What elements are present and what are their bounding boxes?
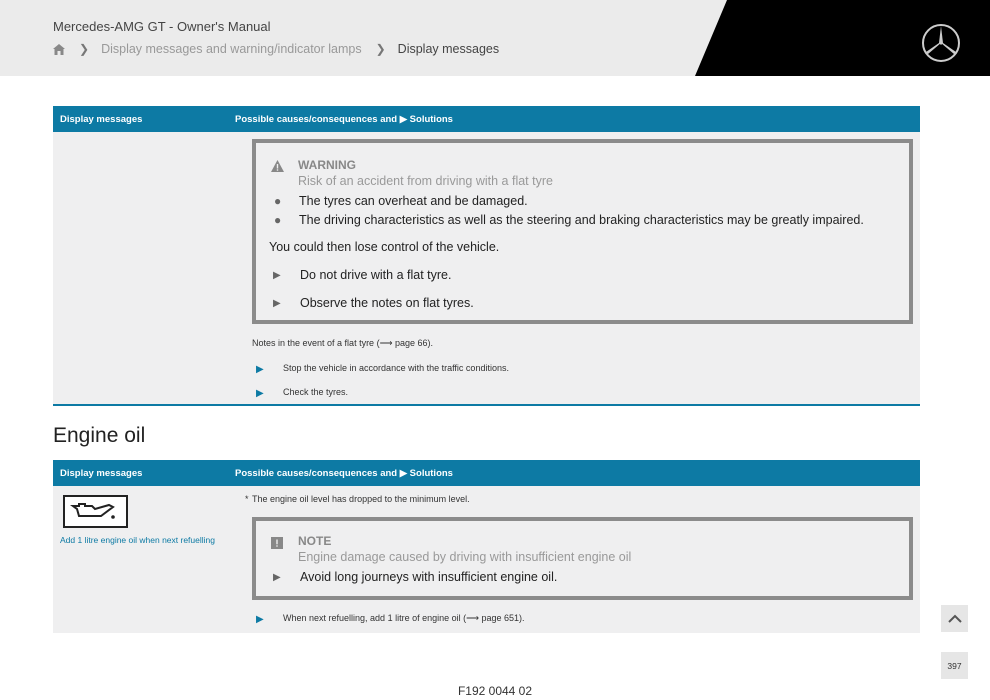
column-header-display-messages: Display messages xyxy=(60,468,143,479)
refuel-step-link[interactable]: When next refuelling, add 1 litre of eng… xyxy=(283,613,525,624)
oil-message-label: Add 1 litre engine oil when next refuell… xyxy=(60,535,215,545)
engine-oil-table: Display messages Possible causes/consequ… xyxy=(53,460,920,633)
manual-title: Mercedes-AMG GT - Owner's Manual xyxy=(53,19,271,34)
warning-box: WARNING Risk of an accident from driving… xyxy=(252,139,913,324)
section-heading-engine-oil: Engine oil xyxy=(53,424,146,447)
bullet-icon: ● xyxy=(274,213,282,227)
chevron-up-icon xyxy=(947,614,962,623)
play-arrow-icon: ▶ xyxy=(256,388,264,399)
footnote-asterisk: * xyxy=(245,494,249,504)
play-arrow-icon: ▶ xyxy=(256,614,264,625)
breadcrumb: ❯ Display messages and warning/indicator… xyxy=(53,42,499,56)
oil-cause: The engine oil level has dropped to the … xyxy=(252,494,470,504)
breadcrumb-item-current: Display messages xyxy=(397,42,500,56)
table-header: Display messages Possible causes/consequ… xyxy=(53,460,920,486)
oil-can-icon xyxy=(63,495,128,528)
column-header-causes-solutions: Possible causes/consequences and ▶ Solut… xyxy=(235,114,453,125)
warning-title: WARNING xyxy=(298,158,356,172)
home-icon[interactable] xyxy=(53,43,65,55)
warning-bullet: The tyres can overheat and be damaged. xyxy=(299,194,528,208)
page-number-badge[interactable]: 397 xyxy=(941,652,968,679)
note-title: NOTE xyxy=(298,534,332,548)
warning-bullet: The driving characteristics as well as t… xyxy=(299,213,864,227)
flat-tyre-notes-link[interactable]: Notes in the event of a flat tyre (⟶ pag… xyxy=(252,338,433,349)
play-arrow-icon: ▶ xyxy=(256,364,264,375)
note-exclamation-icon xyxy=(271,537,283,549)
flat-tyre-table: Display messages Possible causes/consequ… xyxy=(53,106,920,406)
table-header: Display messages Possible causes/consequ… xyxy=(53,106,920,132)
footer-code: F192 0044 02 xyxy=(457,684,533,698)
play-arrow-icon: ▶ xyxy=(273,298,281,309)
step: Stop the vehicle in accordance with the … xyxy=(283,363,509,373)
play-arrow-icon: ▶ xyxy=(273,270,281,281)
chevron-right-icon: ❯ xyxy=(375,42,386,56)
scroll-to-top-button[interactable] xyxy=(941,605,968,632)
breadcrumb-item-warning-lamps[interactable]: Display messages and warning/indicator l… xyxy=(101,42,362,56)
note-subtitle: Engine damage caused by driving with ins… xyxy=(298,550,632,564)
column-header-display-messages: Display messages xyxy=(60,114,143,125)
bullet-icon: ● xyxy=(274,194,282,208)
warning-triangle-icon xyxy=(271,160,284,172)
mercedes-star-logo[interactable] xyxy=(920,22,962,69)
warning-action: Observe the notes on flat tyres. xyxy=(300,296,474,310)
page-number: 397 xyxy=(947,660,962,671)
column-header-causes-solutions: Possible causes/consequences and ▶ Solut… xyxy=(235,468,453,479)
note-box: NOTE Engine damage caused by driving wit… xyxy=(252,517,913,600)
chevron-right-icon: ❯ xyxy=(79,42,90,56)
warning-consequence: You could then lose control of the vehic… xyxy=(269,240,500,254)
top-bar xyxy=(0,0,990,76)
play-arrow-icon: ▶ xyxy=(273,572,281,583)
step: Check the tyres. xyxy=(283,387,349,397)
note-action: Avoid long journeys with insufficient en… xyxy=(300,570,558,584)
warning-action: Do not drive with a flat tyre. xyxy=(300,268,452,282)
warning-subtitle: Risk of an accident from driving with a … xyxy=(298,174,553,188)
